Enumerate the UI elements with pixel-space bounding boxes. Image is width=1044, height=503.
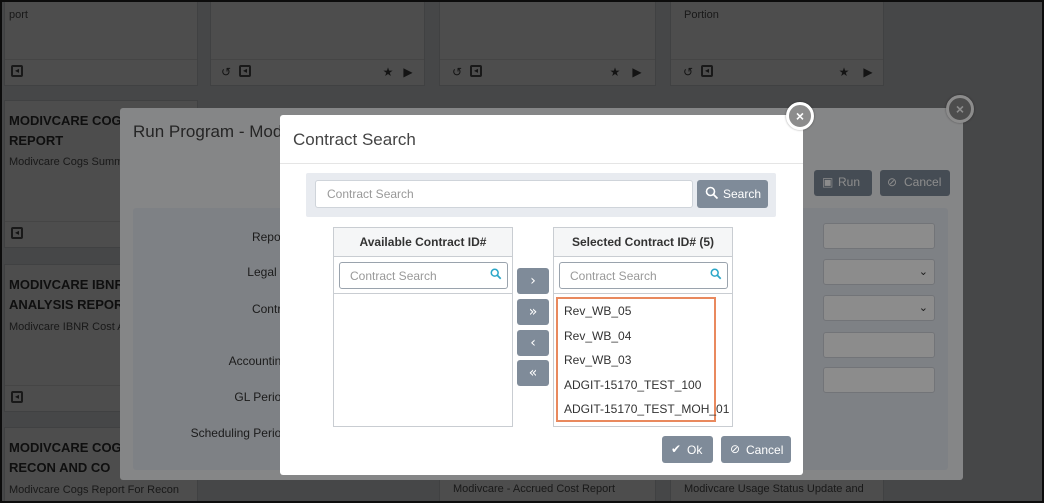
search-icon [490, 268, 502, 283]
ok-button-label: Ok [687, 443, 703, 457]
cancel-button[interactable]: ⊘ Cancel [721, 436, 791, 463]
modal-header: Contract Search [280, 115, 803, 164]
selected-items-list[interactable]: Rev_WB_05 Rev_WB_04 Rev_WB_03 ADGIT-1517… [556, 297, 729, 422]
available-filter-wrap [334, 257, 512, 294]
contract-search-close-icon[interactable]: × [786, 102, 814, 130]
available-items-list[interactable] [334, 295, 512, 426]
search-button-label: Search [723, 187, 762, 201]
available-filter-input[interactable] [339, 262, 508, 289]
contract-search-input[interactable] [315, 180, 693, 208]
search-icon [705, 186, 719, 203]
move-all-left-button[interactable]: « [517, 360, 549, 386]
ok-button[interactable]: ✔ Ok [662, 436, 713, 463]
available-list-panel: Available Contract ID# [333, 227, 513, 427]
search-button[interactable]: Search [697, 180, 768, 208]
check-icon: ✔ [671, 442, 682, 456]
move-left-button[interactable]: ‹ [517, 330, 549, 356]
selected-filter-input[interactable] [559, 262, 728, 289]
contract-search-modal: Contract Search Search Available Contrac… [280, 115, 803, 475]
list-item[interactable]: ADGIT-15170_TEST_100 [558, 373, 714, 398]
search-icon [710, 268, 722, 283]
cancel-icon: ⊘ [730, 442, 741, 456]
list-item[interactable]: Rev_WB_03 [558, 348, 714, 373]
move-all-right-button[interactable]: » [517, 299, 549, 325]
selected-list-panel: Selected Contract ID# (5) Rev_WB_05 Rev_… [553, 227, 733, 427]
search-bar: Search [306, 173, 776, 217]
available-list-header: Available Contract ID# [334, 228, 512, 257]
modal-title: Contract Search [293, 130, 416, 149]
list-item[interactable]: ADGIT-15170_TEST_MOH_01 [558, 397, 729, 422]
cancel-button-label: Cancel [746, 443, 784, 457]
move-right-button[interactable]: › [517, 268, 549, 294]
list-item[interactable]: Rev_WB_04 [558, 324, 714, 349]
list-item[interactable]: Rev_WB_05 [558, 299, 714, 324]
selected-list-header: Selected Contract ID# (5) [554, 228, 732, 257]
selected-filter-wrap [554, 257, 732, 294]
